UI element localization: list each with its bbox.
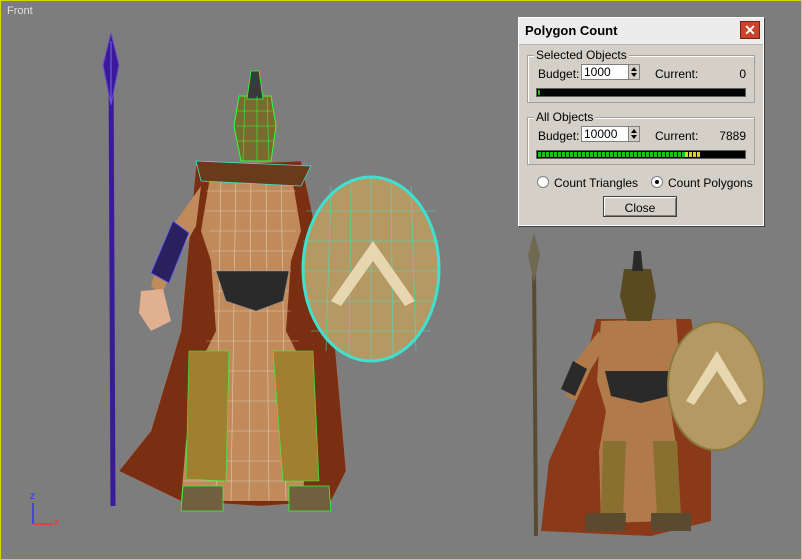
spear-shaded[interactable] (528, 233, 540, 537)
selected-progress-fill (538, 90, 540, 95)
spartan-shaded[interactable] (541, 251, 765, 536)
axis-x-label: x (54, 517, 59, 528)
count-polygons-radio[interactable] (651, 176, 663, 188)
dialog-title: Polygon Count (525, 23, 618, 38)
axis-z-label: z (30, 491, 35, 502)
count-triangles-label[interactable]: Count Triangles (554, 176, 638, 190)
all-objects-legend: All Objects (534, 110, 596, 124)
count-triangles-radio[interactable] (537, 176, 549, 188)
selected-budget-label: Budget: (538, 67, 580, 81)
count-polygons-option[interactable]: Count Polygons (651, 176, 753, 190)
all-budget-input[interactable] (581, 126, 629, 142)
spinner-up-icon[interactable] (631, 67, 637, 71)
all-budget-progress (536, 150, 746, 159)
selected-current-label: Current: (655, 67, 699, 81)
spinner-down-icon[interactable] (631, 135, 637, 139)
selected-objects-legend: Selected Objects (534, 48, 629, 62)
all-objects-group: All Objects Budget: Current: 7889 (527, 110, 755, 165)
all-budget-spinner[interactable] (628, 126, 640, 142)
polygon-count-dialog[interactable]: Polygon Count ✕ Selected Objects Budget:… (518, 17, 764, 226)
close-icon[interactable]: ✕ (740, 21, 760, 39)
all-budget-label: Budget: (538, 129, 580, 143)
spinner-down-icon[interactable] (631, 73, 637, 77)
all-current-value: 7889 (719, 129, 746, 143)
all-progress-warning-segment (685, 152, 701, 157)
axis-tripod (32, 503, 53, 525)
all-current-label: Current: (655, 129, 699, 143)
selected-budget-input[interactable] (581, 64, 629, 80)
spear-wireframe[interactable] (102, 32, 120, 507)
all-progress-fill (538, 152, 701, 157)
spinner-up-icon[interactable] (631, 129, 637, 133)
count-polygons-label[interactable]: Count Polygons (668, 176, 753, 190)
selected-budget-spinner[interactable] (628, 64, 640, 80)
selected-budget-progress (536, 88, 746, 97)
count-triangles-option[interactable]: Count Triangles (537, 176, 638, 190)
selected-current-value: 0 (739, 67, 746, 81)
selected-objects-group: Selected Objects Budget: Current: 0 (527, 48, 755, 103)
spartan-wireframe[interactable] (118, 70, 441, 512)
dialog-titlebar[interactable]: Polygon Count ✕ (519, 18, 763, 45)
close-button[interactable]: Close (603, 196, 677, 217)
